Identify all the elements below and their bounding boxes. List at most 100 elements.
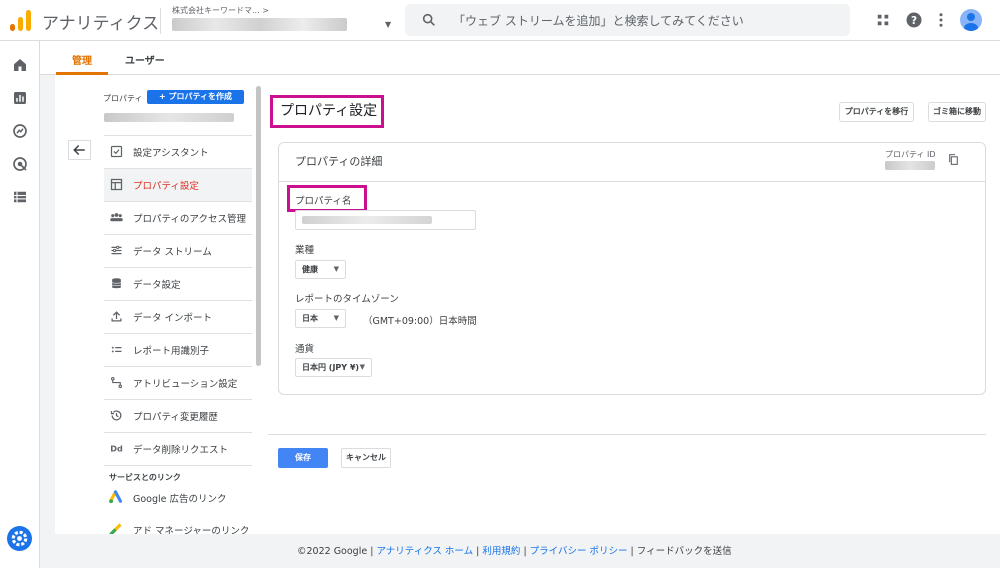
- home-icon[interactable]: [11, 56, 29, 74]
- currency-select[interactable]: 日本円 (JPY ¥) ▼: [295, 358, 372, 377]
- account-selector-label[interactable]: 株式会社キーワードマ... >: [172, 5, 269, 16]
- sidebar-item-label: アド マネージャーのリンク: [133, 526, 250, 534]
- sidebar-scrollbar[interactable]: [256, 86, 261, 366]
- back-button[interactable]: [68, 140, 91, 160]
- stream-icon: [111, 245, 122, 255]
- sidebar-item-ad-manager-links[interactable]: アド マネージャーのリンク: [108, 520, 258, 534]
- attribution-icon: [110, 376, 123, 389]
- sidebar-item-label: レポート用識別子: [133, 346, 210, 357]
- property-selector-redacted[interactable]: [104, 113, 234, 122]
- sidebar-item-label: プロパティ設定: [133, 181, 199, 192]
- sidebar-item-data-settings[interactable]: データ設定: [104, 268, 252, 300]
- reports-icon[interactable]: [11, 89, 29, 107]
- timezone-label: レポートのタイムゾーン: [295, 294, 399, 305]
- save-button[interactable]: 保存: [278, 448, 328, 468]
- sidebar-item-attribution-settings[interactable]: アトリビューション設定: [104, 367, 252, 399]
- sidebar-item-label: プロパティ変更履歴: [133, 412, 218, 423]
- apps-grid-icon[interactable]: [874, 11, 892, 29]
- terms-link[interactable]: 利用規約: [482, 546, 520, 557]
- people-icon: [110, 213, 123, 222]
- create-property-button[interactable]: + プロパティを作成: [147, 90, 244, 104]
- left-nav-rail: [0, 41, 40, 568]
- sidebar-item-property-settings[interactable]: プロパティ設定: [104, 169, 252, 201]
- cancel-button[interactable]: キャンセル: [341, 448, 391, 468]
- search-bar[interactable]: 「ウェブ ストリームを追加」と検索してみてください: [405, 4, 850, 36]
- sidebar-item-label: データ ストリーム: [133, 247, 212, 258]
- tab-admin[interactable]: 管理: [72, 52, 92, 67]
- feedback-link[interactable]: フィードバックを送信: [637, 546, 732, 557]
- admin-settings-button[interactable]: [7, 526, 32, 551]
- timezone-country-value: 日本: [302, 314, 318, 323]
- explore-icon[interactable]: [11, 122, 29, 140]
- industry-label: 業種: [295, 245, 315, 256]
- industry-value: 健康: [302, 265, 318, 274]
- sidebar-item-label: データ削除リクエスト: [133, 445, 229, 456]
- sidebar-item-label: データ インポート: [133, 313, 213, 324]
- dd-icon: Dd: [110, 444, 123, 454]
- property-name-input[interactable]: [295, 210, 476, 230]
- arrow-back-icon: [73, 144, 85, 156]
- move-to-trash-button[interactable]: ゴミ箱に移動: [928, 102, 986, 122]
- property-column-label: プロパティ: [103, 94, 143, 103]
- sidebar-item-data-streams[interactable]: データ ストリーム: [104, 235, 252, 267]
- svg-text:Dd: Dd: [110, 444, 123, 454]
- identifier-icon: [111, 346, 122, 353]
- property-id-label: プロパティ ID: [885, 150, 936, 159]
- database-icon: [111, 278, 122, 289]
- google-ads-icon: [108, 490, 123, 504]
- sidebar-item-data-deletion[interactable]: Dd データ削除リクエスト: [104, 433, 252, 465]
- svg-text:?: ?: [911, 15, 917, 27]
- copyright: ©2022 Google: [297, 546, 368, 557]
- upload-icon: [111, 311, 122, 322]
- dropdown-caret-icon: ▼: [359, 363, 365, 371]
- divider: [279, 181, 985, 182]
- privacy-link[interactable]: プライバシー ポリシー: [530, 546, 628, 557]
- layout-icon: [110, 178, 123, 191]
- sidebar-item-setup-assistant[interactable]: 設定アシスタント: [104, 136, 252, 168]
- separator: |: [627, 546, 637, 557]
- footer: ©2022 Google | アナリティクス ホーム | 利用規約 | プライバ…: [297, 543, 732, 557]
- more-vert-icon[interactable]: [932, 11, 950, 29]
- card-title: プロパティの詳細: [295, 155, 383, 168]
- search-placeholder[interactable]: 「ウェブ ストリームを追加」と検索してみてください: [453, 12, 744, 29]
- property-id-redacted: [885, 161, 935, 170]
- sidebar-item-access-management[interactable]: プロパティのアクセス管理: [104, 202, 252, 234]
- property-details-card: プロパティの詳細 プロパティ ID: [278, 142, 986, 395]
- search-icon: [422, 13, 435, 26]
- top-bar: アナリティクス 株式会社キーワードマ... > ▼ 「ウェブ ストリームを追加」…: [0, 0, 1000, 41]
- industry-select[interactable]: 健康 ▼: [295, 260, 346, 279]
- configure-icon[interactable]: [11, 188, 29, 206]
- sidebar-item-reporting-identity[interactable]: レポート用識別子: [104, 334, 252, 366]
- tab-users[interactable]: ユーザー: [125, 52, 165, 67]
- account-name-redacted[interactable]: [172, 18, 347, 31]
- timezone-country-select[interactable]: 日本 ▼: [295, 309, 346, 328]
- admin-tabs: 管理 ユーザー: [40, 41, 1000, 75]
- user-icon: [964, 13, 978, 31]
- currency-label: 通貨: [295, 344, 315, 355]
- move-property-button[interactable]: プロパティを移行: [839, 102, 914, 122]
- history-icon: [110, 410, 122, 421]
- sidebar-item-google-ads-links[interactable]: Google 広告のリンク: [108, 488, 258, 508]
- copy-icon[interactable]: [947, 153, 960, 166]
- checklist-icon: [110, 145, 123, 158]
- property-name-redacted: [302, 216, 432, 224]
- sidebar-item-change-history[interactable]: プロパティ変更履歴: [104, 400, 252, 432]
- app-title: アナリティクス: [42, 14, 160, 34]
- analytics-home-link[interactable]: アナリティクス ホーム: [376, 546, 473, 557]
- gear-icon: [11, 530, 28, 547]
- help-icon[interactable]: ?: [905, 11, 923, 29]
- account-dropdown-icon[interactable]: ▼: [385, 20, 391, 29]
- sidebar-item-label: 設定アシスタント: [133, 148, 209, 159]
- analytics-logo-icon[interactable]: [10, 9, 32, 31]
- sidebar-item-label: プロパティのアクセス管理: [133, 214, 246, 225]
- sidebar-item-label: アトリビューション設定: [133, 379, 238, 390]
- sidebar-item-data-import[interactable]: データ インポート: [104, 301, 252, 333]
- currency-value: 日本円 (JPY ¥): [302, 363, 360, 372]
- separator: |: [520, 546, 530, 557]
- divider: [104, 465, 252, 466]
- account-avatar[interactable]: [960, 9, 982, 31]
- ad-manager-icon: [109, 523, 122, 534]
- dropdown-caret-icon: ▼: [333, 314, 339, 322]
- advertising-icon[interactable]: [11, 155, 29, 173]
- dropdown-caret-icon: ▼: [333, 265, 339, 273]
